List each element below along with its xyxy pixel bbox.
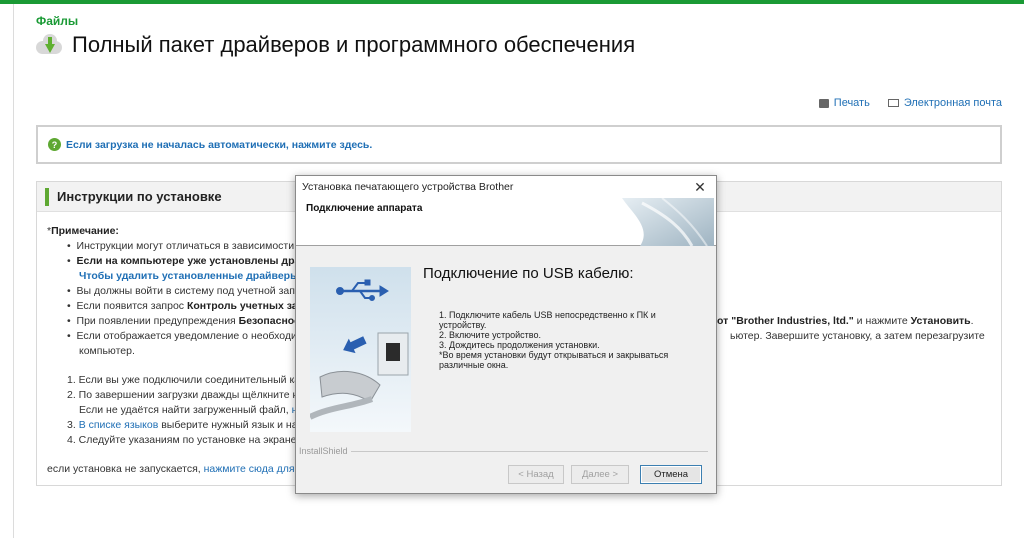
remove-drivers-link[interactable]: Чтобы удалить установленные драйверы, bbox=[79, 269, 302, 285]
printer-icon bbox=[818, 98, 829, 108]
usb-illustration bbox=[310, 267, 411, 432]
language-list-link[interactable]: В списке языков bbox=[79, 419, 159, 431]
dialog-header: Подключение аппарата bbox=[296, 198, 716, 246]
print-label: Печать bbox=[833, 97, 870, 109]
page-actions: Печать Электронная почта bbox=[818, 97, 1002, 109]
print-link[interactable]: Печать bbox=[818, 97, 870, 109]
list-item: • Если появится запрос Контроль учетных … bbox=[67, 300, 311, 312]
list-item: • Вы должны войти в систему под учетной … bbox=[67, 285, 307, 297]
help-icon: ? bbox=[48, 138, 61, 151]
list-item-continuation: от "Brother Industries, ltd." и нажмите … bbox=[717, 315, 974, 327]
cancel-button[interactable]: Отмена bbox=[640, 465, 702, 484]
dialog-header-title: Подключение аппарата bbox=[306, 203, 423, 214]
email-link[interactable]: Электронная почта bbox=[887, 97, 1002, 109]
breadcrumb[interactable]: Файлы bbox=[36, 14, 78, 28]
next-button[interactable]: Далее > bbox=[571, 465, 629, 484]
left-border-line bbox=[13, 4, 14, 538]
step-item: 4. Следуйте указаниям по установке на эк… bbox=[67, 434, 300, 446]
page-title: Полный пакет драйверов и программного об… bbox=[34, 32, 635, 58]
step-item: 2. По завершении загрузки дважды щёлкнит… bbox=[67, 389, 305, 401]
download-notice: ? Если загрузка не началась автоматическ… bbox=[36, 125, 1002, 164]
list-item-continuation: компьютер. bbox=[79, 345, 135, 357]
cloud-download-icon bbox=[34, 32, 64, 58]
step-item: 3. В списке языков выберите нужный язык … bbox=[67, 419, 305, 431]
usb-steps-text: 1. Подключите кабель USB непосредственно… bbox=[439, 310, 669, 370]
dialog-titlebar: Установка печатающего устройства Brother… bbox=[296, 176, 716, 198]
envelope-icon bbox=[887, 99, 899, 107]
top-brand-bar bbox=[0, 0, 1024, 4]
header-accent-bar bbox=[45, 187, 49, 206]
step-item: 1. Если вы уже подключили соединительный… bbox=[67, 374, 312, 386]
back-button[interactable]: < Назад bbox=[508, 465, 564, 484]
manual-download-link[interactable]: Если загрузка не началась автоматически,… bbox=[66, 139, 372, 151]
close-icon[interactable]: ✕ bbox=[684, 176, 716, 198]
list-item: • При появлении предупреждения Безопасно… bbox=[67, 315, 306, 327]
list-item: • Если отображается уведомление о необхо… bbox=[67, 330, 305, 342]
list-item: • Инструкции могут отличаться в зависимо… bbox=[67, 240, 303, 252]
usb-connection-title: Подключение по USB кабелю: bbox=[423, 265, 634, 282]
help-link[interactable]: нажмите сюда для пр bbox=[204, 463, 309, 475]
email-label: Электронная почта bbox=[903, 97, 1002, 109]
step-item: Если не удаётся найти загруженный файл, … bbox=[79, 403, 303, 419]
header-decoration bbox=[622, 198, 714, 246]
page-title-text: Полный пакет драйверов и программного об… bbox=[72, 32, 636, 57]
footer-line: если установка не запускается, нажмите с… bbox=[47, 463, 309, 475]
list-item-continuation: ьютер. Завершите установку, а затем пере… bbox=[730, 330, 985, 342]
dialog-title: Установка печатающего устройства Brother bbox=[302, 181, 514, 193]
note-label: Примечание: bbox=[51, 225, 119, 237]
list-item: • Если на компьютере уже установлены дра… bbox=[67, 255, 307, 267]
instructions-heading: Инструкции по установке bbox=[57, 189, 222, 204]
note-line: *Примечание: bbox=[47, 224, 119, 240]
installshield-label: InstallShield bbox=[299, 446, 351, 456]
installer-dialog: Установка печатающего устройства Brother… bbox=[295, 175, 717, 494]
installshield-divider: InstallShield bbox=[296, 446, 718, 458]
